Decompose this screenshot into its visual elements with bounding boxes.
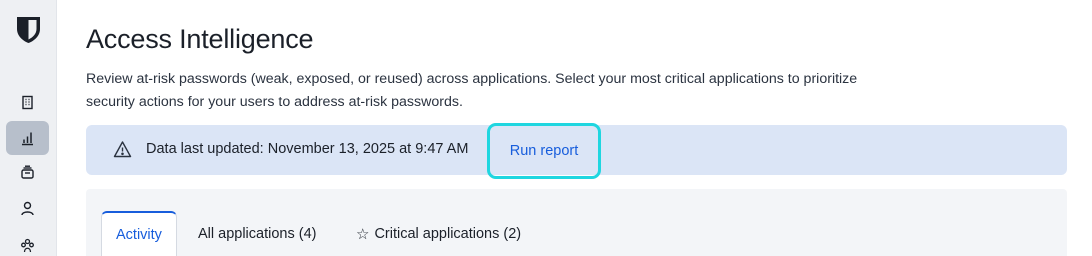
sidebar-item-collections[interactable] [6, 155, 49, 189]
building-icon [22, 95, 33, 109]
tab-label: All applications (4) [198, 225, 317, 242]
sidebar-item-organizations[interactable] [6, 85, 49, 119]
page-description: Review at-risk passwords (weak, exposed,… [86, 71, 858, 110]
tab-all-applications[interactable]: All applications (4) [198, 211, 316, 256]
tab-critical-applications[interactable]: ☆ Critical applications (2) [356, 211, 521, 256]
data-update-banner: Data last updated: November 13, 2025 at … [86, 123, 1067, 179]
run-report-button[interactable]: Run report [487, 123, 601, 179]
collection-icon [21, 165, 34, 179]
warning-icon [113, 141, 132, 158]
bitwarden-shield-icon[interactable] [16, 16, 41, 44]
tab-activity[interactable]: Activity [101, 211, 177, 256]
last-updated-text: Data last updated: November 13, 2025 at … [146, 141, 469, 157]
person-icon [21, 201, 34, 215]
tab-label: Activity [116, 226, 162, 243]
sidebar-item-reports[interactable] [6, 121, 49, 155]
sidebar [0, 0, 57, 256]
sidebar-item-members[interactable] [6, 191, 49, 225]
tab-bar: Activity All applications (4) ☆ Critical… [86, 189, 1067, 256]
group-icon [21, 238, 34, 252]
sidebar-item-groups[interactable] [6, 228, 49, 256]
page-title: Access Intelligence [86, 24, 314, 54]
bar-chart-icon [22, 132, 33, 145]
tab-label: Critical applications (2) [374, 225, 522, 242]
star-icon: ☆ [356, 225, 370, 243]
